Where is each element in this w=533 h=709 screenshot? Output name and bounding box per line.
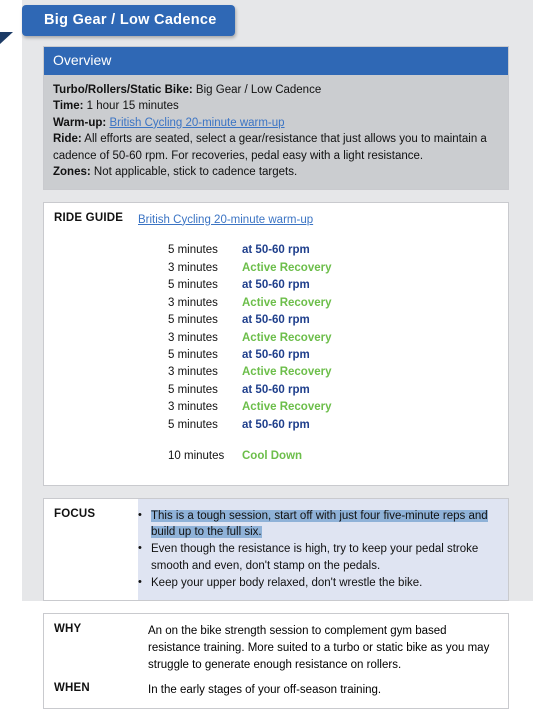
ride-guide-row: 3 minutes Active Recovery: [168, 330, 498, 347]
row-description: Active Recovery: [242, 366, 332, 379]
ride-guide-label: RIDE GUIDE: [54, 211, 124, 224]
bullet-icon: •: [138, 575, 142, 588]
row-duration: 3 minutes: [168, 401, 218, 414]
row-description: at 50-60 rpm: [242, 418, 310, 431]
bullet-icon: •: [138, 542, 142, 555]
focus-item-highlighted-text: This is a tough session, start off with …: [151, 509, 488, 539]
ride-guide-card: RIDE GUIDE British Cycling 20-minute war…: [43, 201, 509, 486]
overview-row-warmup: Warm-up: British Cycling 20-minute warm-…: [53, 115, 499, 131]
ride-guide-row: 3 minutes Active Recovery: [168, 260, 498, 277]
overview-label-zones: Zones:: [53, 166, 91, 179]
why-label: WHY: [54, 623, 82, 636]
row-description: Active Recovery: [242, 296, 332, 309]
why-when-gap: [54, 673, 498, 682]
ride-guide-cooldown-row: 10 minutes Cool Down: [168, 448, 498, 465]
overview-row-time: Time: 1 hour 15 minutes: [53, 98, 499, 114]
when-row: WHEN In the early stages of your off-sea…: [54, 682, 498, 699]
row-duration: 3 minutes: [168, 366, 218, 379]
overview-label-time: Time:: [53, 100, 84, 113]
row-duration: 5 minutes: [168, 279, 218, 292]
row-description: Active Recovery: [242, 331, 332, 344]
ride-guide-row: 5 minutes at 50-60 rpm: [168, 277, 498, 294]
row-description: at 50-60 rpm: [242, 349, 310, 361]
cooldown-description: Cool Down: [242, 450, 303, 463]
ride-guide-row: 3 minutes Active Recovery: [168, 295, 498, 312]
bullet-icon: •: [138, 508, 142, 521]
title-tag-tail-icon: [0, 32, 13, 44]
row-duration: 3 minutes: [168, 296, 218, 309]
row-duration: 3 minutes: [168, 261, 218, 274]
ride-guide-row: 5 minutes at 50-60 rpm: [168, 347, 498, 364]
left-margin: [0, 0, 22, 601]
overview-value-ride: All efforts are seated, select a gear/re…: [53, 133, 487, 162]
why-row: WHY An on the bike strength session to c…: [54, 623, 498, 673]
focus-label: FOCUS: [54, 507, 96, 520]
row-description: at 50-60 rpm: [242, 383, 310, 396]
focus-card: FOCUS • This is a tough session, start o…: [43, 497, 509, 602]
when-text: In the early stages of your off-season t…: [148, 684, 382, 697]
title-tag-container: Big Gear / Low Cadence: [22, 5, 235, 36]
row-description: at 50-60 rpm: [242, 314, 310, 327]
content-column: Overview Turbo/Rollers/Static Bike: Big …: [43, 46, 509, 709]
why-when-card: WHY An on the bike strength session to c…: [43, 613, 509, 709]
ride-guide-row: 3 minutes Active Recovery: [168, 364, 498, 381]
ride-guide-row: 5 minutes at 50-60 rpm: [168, 242, 498, 259]
warmup-link-overview[interactable]: British Cycling 20-minute warm-up: [109, 117, 284, 129]
ride-guide-row: 5 minutes at 50-60 rpm: [168, 417, 498, 434]
focus-item-text: This is a tough session, start off with …: [151, 508, 498, 541]
row-description: Active Recovery: [242, 261, 332, 274]
overview-label-warmup: Warm-up:: [53, 116, 107, 129]
focus-list-item: • Even though the resistance is high, tr…: [138, 541, 498, 574]
ride-guide-row: 3 minutes Active Recovery: [168, 399, 498, 416]
row-duration: 5 minutes: [168, 349, 218, 361]
overview-card: Overview Turbo/Rollers/Static Bike: Big …: [43, 46, 509, 190]
overview-label-ride: Ride:: [53, 133, 82, 146]
overview-label-bike: Turbo/Rollers/Static Bike:: [53, 83, 193, 96]
row-description: at 50-60 rpm: [242, 244, 310, 257]
focus-list: • This is a tough session, start off wit…: [138, 508, 498, 591]
warmup-link-rideguide[interactable]: British Cycling 20-minute warm-up: [138, 214, 313, 226]
focus-body: • This is a tough session, start off wit…: [138, 498, 508, 601]
focus-list-item: • Keep your upper body relaxed, don't wr…: [138, 575, 498, 592]
overview-heading: Overview: [44, 47, 508, 75]
ride-guide-spacer: [168, 434, 498, 448]
why-text: An on the bike strength session to compl…: [148, 625, 490, 671]
row-description: Active Recovery: [242, 401, 332, 414]
row-duration: 5 minutes: [168, 383, 218, 396]
focus-item-text: Even though the resistance is high, try …: [151, 543, 479, 572]
row-duration: 5 minutes: [168, 244, 218, 257]
overview-row-zones: Zones: Not applicable, stick to cadence …: [53, 164, 499, 180]
overview-body: Turbo/Rollers/Static Bike: Big Gear / Lo…: [44, 74, 508, 189]
overview-row-ride: Ride: All efforts are seated, select a g…: [53, 131, 499, 164]
overview-value-time: 1 hour 15 minutes: [83, 100, 179, 113]
row-description: at 50-60 rpm: [242, 279, 310, 292]
ride-guide-row: 5 minutes at 50-60 rpm: [168, 312, 498, 329]
overview-row-bike: Turbo/Rollers/Static Bike: Big Gear / Lo…: [53, 82, 499, 98]
row-duration: 3 minutes: [168, 331, 218, 344]
row-duration: 5 minutes: [168, 418, 218, 431]
cooldown-duration: 10 minutes: [168, 450, 225, 463]
row-duration: 5 minutes: [168, 314, 218, 327]
focus-item-text: Keep your upper body relaxed, don't wres…: [151, 576, 423, 589]
ride-guide-body: British Cycling 20-minute warm-up 5 minu…: [138, 203, 508, 475]
overview-value-bike: Big Gear / Low Cadence: [192, 83, 322, 96]
when-label: WHEN: [54, 682, 90, 695]
page-title: Big Gear / Low Cadence: [22, 5, 235, 36]
overview-value-zones: Not applicable, stick to cadence targets…: [90, 166, 298, 179]
ride-guide-rows: 5 minutes at 50-60 rpm 3 minutes Active …: [138, 242, 498, 466]
page-root: Big Gear / Low Cadence Overview Turbo/Ro…: [0, 0, 533, 709]
focus-list-item: • This is a tough session, start off wit…: [138, 508, 498, 541]
ride-guide-row: 5 minutes at 50-60 rpm: [168, 382, 498, 399]
